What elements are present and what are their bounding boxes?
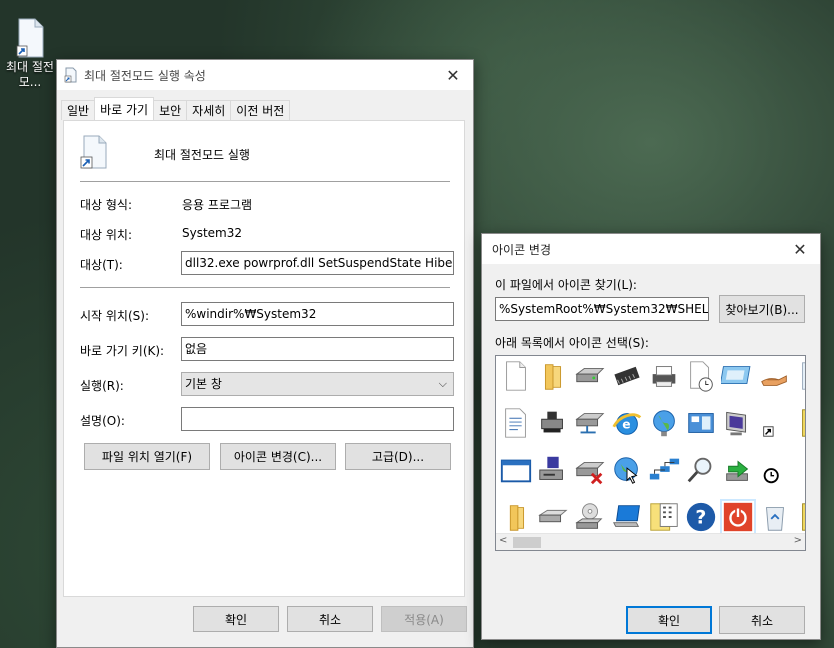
target-type-value: 응용 프로그램 xyxy=(182,198,253,212)
start-in-label: 시작 위치(S): xyxy=(80,309,149,323)
browse-button[interactable]: 찾아보기(B)... xyxy=(719,295,805,323)
blank-file-icon[interactable] xyxy=(498,358,534,394)
monitor-icon[interactable] xyxy=(720,405,756,441)
properties-cancel-button[interactable]: 취소 xyxy=(287,606,373,632)
change-icon-titlebar[interactable]: 아이콘 변경 ✕ xyxy=(482,234,820,264)
chip-icon[interactable] xyxy=(609,358,645,394)
close-icon: ✕ xyxy=(793,239,807,259)
desktop-shortcut[interactable]: 최대 절전모... xyxy=(4,18,56,90)
shortcut-arrow-icon[interactable] xyxy=(757,405,793,441)
tab-previous-versions[interactable]: 이전 버전 xyxy=(230,100,291,120)
properties-titlebar[interactable]: 최대 절전모드 실행 속성 ✕ xyxy=(57,60,473,90)
target-label: 대상(T): xyxy=(80,258,123,272)
yellow-folder-icon[interactable] xyxy=(498,499,534,535)
blue-square-icon[interactable] xyxy=(794,452,805,488)
text-doc-icon[interactable] xyxy=(498,405,534,441)
properties-title: 최대 절전모드 실행 속성 xyxy=(84,68,206,83)
change-icon-button[interactable]: 아이콘 변경(C)... xyxy=(220,443,336,470)
comment-label: 설명(O): xyxy=(80,414,125,428)
cd-drive-icon[interactable] xyxy=(572,499,608,535)
globe-cursor-icon[interactable] xyxy=(609,452,645,488)
properties-tabs: 일반 바로 가기 보안 자세히 이전 버전 xyxy=(61,97,291,120)
tab-details[interactable]: 자세히 xyxy=(186,100,232,120)
icon-list[interactable]: ? e < > xyxy=(495,355,806,551)
shortcut-name: 최대 절전모드 실행 xyxy=(154,148,250,162)
floppy-drive-icon[interactable] xyxy=(535,452,571,488)
properties-apply-button[interactable]: 적용(A) xyxy=(381,606,467,632)
recycle-doc-icon[interactable] xyxy=(794,358,805,394)
icon-file-path-input[interactable]: %SystemRoot%₩System32₩SHELL32.dll xyxy=(495,297,709,321)
run-select[interactable]: 기본 창 ⌵ xyxy=(181,372,454,396)
laptop-icon[interactable] xyxy=(609,499,645,535)
help-icon[interactable]: ? xyxy=(683,499,719,535)
target-input[interactable]: dll32.exe powrprof.dll SetSuspendState H… xyxy=(181,251,454,275)
yellow-doc-icon[interactable] xyxy=(794,405,805,441)
tab-general[interactable]: 일반 xyxy=(61,100,96,120)
scroll-left-arrow-icon[interactable]: < xyxy=(499,535,507,546)
properties-ok-button[interactable]: 확인 xyxy=(193,606,279,632)
tab-security[interactable]: 보안 xyxy=(153,100,188,120)
network-icon[interactable] xyxy=(646,452,682,488)
window-panel-icon[interactable] xyxy=(720,358,756,394)
change-icon-title: 아이콘 변경 xyxy=(492,242,552,257)
change-icon-ok-button[interactable]: 확인 xyxy=(626,606,712,634)
run-select-value: 기본 창 xyxy=(185,377,222,391)
target-location-label: 대상 위치: xyxy=(80,228,133,242)
hotkey-label: 바로 가기 키(K): xyxy=(80,344,165,358)
change-icon-close-button[interactable]: ✕ xyxy=(780,234,820,264)
disconnected-drive-icon[interactable] xyxy=(572,452,608,488)
icon-list-horizontal-scrollbar[interactable]: < > xyxy=(496,533,805,550)
desktop-shortcut-label: 최대 절전모... xyxy=(6,60,54,89)
recycle-bin-icon[interactable] xyxy=(757,499,793,535)
select-icon-label: 아래 목록에서 아이콘 선택(S): xyxy=(495,336,649,350)
target-type-label: 대상 형식: xyxy=(80,198,133,212)
divider-middle xyxy=(80,287,450,288)
control-panel-icon[interactable] xyxy=(683,405,719,441)
properties-close-button[interactable]: ✕ xyxy=(433,60,473,90)
start-in-input[interactable]: %windir%₩System32 xyxy=(181,302,454,326)
folder-icon[interactable] xyxy=(535,358,571,394)
change-icon-cancel-button[interactable]: 취소 xyxy=(719,606,805,634)
history-icon[interactable] xyxy=(757,452,793,488)
divider-top xyxy=(80,181,450,182)
printer-icon[interactable] xyxy=(646,358,682,394)
hdd-icon[interactable] xyxy=(535,499,571,535)
close-icon: ✕ xyxy=(446,65,460,85)
shortcut-tab-panel: 최대 절전모드 실행 대상 형식: 응용 프로그램 대상 위치: System3… xyxy=(63,120,465,597)
trash-doc-icon[interactable] xyxy=(794,499,805,535)
scroll-right-arrow-icon[interactable]: > xyxy=(794,535,802,546)
ie-globe-icon[interactable]: e xyxy=(609,405,645,441)
properties-window: 최대 절전모드 실행 속성 ✕ 일반 바로 가기 보안 자세히 이전 버전 최대… xyxy=(56,59,474,648)
svg-text:e: e xyxy=(622,418,630,432)
tab-shortcut[interactable]: 바로 가기 xyxy=(94,97,155,120)
desktop-file-icon xyxy=(14,18,46,58)
grid-window-icon[interactable] xyxy=(646,499,682,535)
look-in-file-label: 이 파일에서 아이콘 찾기(L): xyxy=(495,278,637,292)
clock-file-icon[interactable] xyxy=(683,358,719,394)
green-arrow-drive-icon[interactable] xyxy=(720,452,756,488)
comment-input[interactable] xyxy=(181,407,454,431)
chevron-down-icon: ⌵ xyxy=(438,377,447,390)
shortcut-title-icon xyxy=(64,67,78,83)
target-location-value: System32 xyxy=(182,226,243,240)
hand-share-icon[interactable] xyxy=(757,358,793,394)
change-icon-window: 아이콘 변경 ✕ 이 파일에서 아이콘 찾기(L): %SystemRoot%₩… xyxy=(481,233,821,640)
server-icon[interactable] xyxy=(535,405,571,441)
advanced-button[interactable]: 고급(D)... xyxy=(345,443,451,470)
power-icon[interactable] xyxy=(720,499,756,535)
shortcut-file-icon xyxy=(78,135,110,172)
app-window-icon[interactable] xyxy=(498,452,534,488)
hotkey-input[interactable]: 없음 xyxy=(181,337,454,361)
svg-text:?: ? xyxy=(695,507,706,529)
scroll-thumb[interactable] xyxy=(513,537,541,548)
earth-icon[interactable] xyxy=(646,405,682,441)
drive-icon[interactable] xyxy=(572,358,608,394)
run-label: 실행(R): xyxy=(80,379,124,393)
magnifier-icon[interactable] xyxy=(683,452,719,488)
network-drive-icon[interactable] xyxy=(572,405,608,441)
open-file-location-button[interactable]: 파일 위치 열기(F) xyxy=(84,443,210,470)
